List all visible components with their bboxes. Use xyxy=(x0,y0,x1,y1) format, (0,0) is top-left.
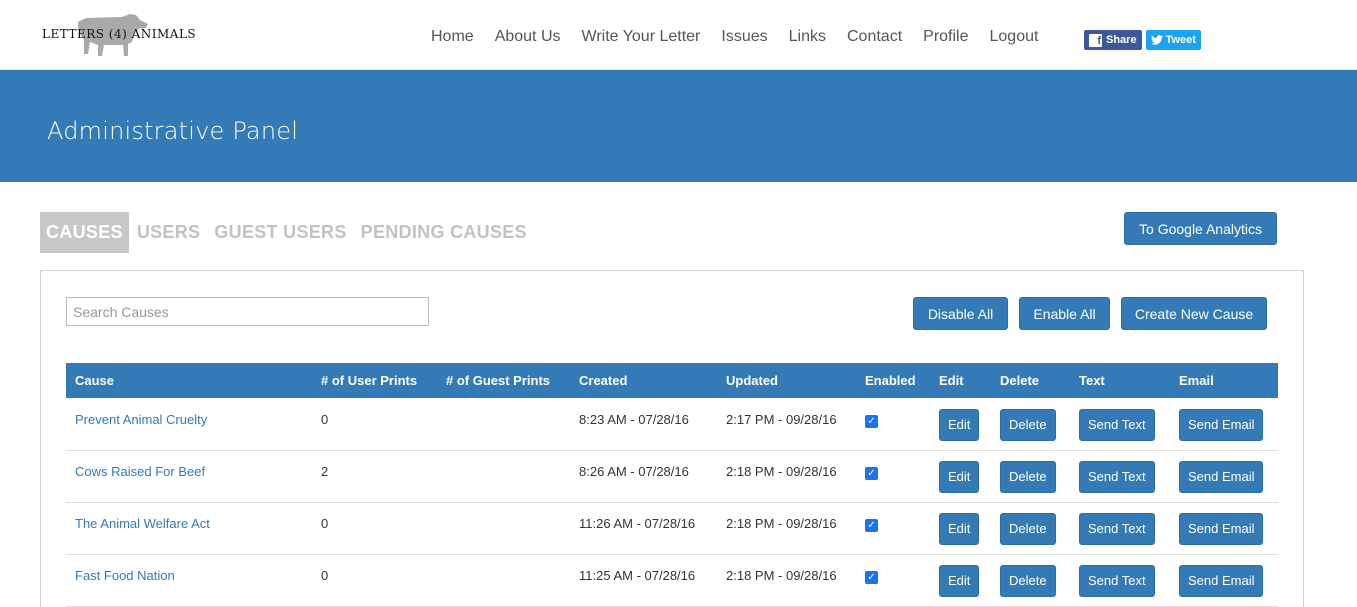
table-row: The Animal Welfare Act 0 11:26 AM - 07/2… xyxy=(66,502,1278,554)
checkmark-icon: ✓ xyxy=(867,467,876,479)
guest-prints-cell xyxy=(437,502,570,554)
nav-home[interactable]: Home xyxy=(431,28,474,46)
tab-pending-causes[interactable]: PENDING CAUSES xyxy=(355,212,533,253)
nav-links[interactable]: Links xyxy=(789,28,826,46)
facebook-share-label: Share xyxy=(1106,34,1137,46)
send-email-button[interactable]: Send Email xyxy=(1179,564,1264,597)
tab-causes[interactable]: CAUSES xyxy=(40,212,129,253)
enabled-checkbox[interactable]: ✓ xyxy=(865,414,878,428)
checkmark-icon: ✓ xyxy=(867,571,876,583)
twitter-tweet-label: Tweet xyxy=(1165,34,1196,46)
send-email-button[interactable]: Send Email xyxy=(1179,512,1264,545)
tab-guest-users[interactable]: GUEST USERS xyxy=(208,212,352,253)
updated-cell: 2:17 PM - 09/28/16 xyxy=(726,411,837,427)
site-logo[interactable]: LETTERS (4) ANIMALS xyxy=(42,12,196,58)
enabled-checkbox[interactable]: ✓ xyxy=(865,466,878,480)
send-email-button[interactable]: Send Email xyxy=(1179,460,1264,493)
created-cell: 11:26 AM - 07/28/16 xyxy=(579,515,696,531)
twitter-icon xyxy=(1150,35,1163,45)
user-prints-cell: 0 xyxy=(321,515,329,531)
checkmark-icon: ✓ xyxy=(867,519,876,531)
page-title: Administrative Panel xyxy=(47,117,299,145)
col-header-enabled[interactable]: Enabled xyxy=(856,363,930,398)
guest-prints-cell xyxy=(437,398,570,450)
enabled-checkbox[interactable]: ✓ xyxy=(865,570,878,584)
page-banner: Administrative Panel xyxy=(0,70,1357,182)
created-cell: 8:23 AM - 07/28/16 xyxy=(579,411,689,427)
delete-button[interactable]: Delete xyxy=(1000,408,1056,441)
send-text-button[interactable]: Send Text xyxy=(1079,564,1155,597)
social-share: f Share Tweet xyxy=(1084,30,1201,50)
table-row: Fast Food Nation 0 11:25 AM - 07/28/16 2… xyxy=(66,554,1278,606)
logo-text: LETTERS (4) ANIMALS xyxy=(42,27,197,41)
send-text-button[interactable]: Send Text xyxy=(1079,460,1155,493)
table-header-row: Cause # of User Prints # of Guest Prints… xyxy=(66,363,1278,398)
updated-cell: 2:18 PM - 09/28/16 xyxy=(726,567,837,583)
send-text-button[interactable]: Send Text xyxy=(1079,512,1155,545)
guest-prints-cell xyxy=(437,450,570,502)
facebook-share-button[interactable]: f Share xyxy=(1084,30,1142,50)
disable-all-button[interactable]: Disable All xyxy=(913,297,1008,330)
causes-panel: Disable All Enable All Create New Cause … xyxy=(40,270,1304,607)
edit-button[interactable]: Edit xyxy=(939,512,980,545)
cause-link[interactable]: Cows Raised For Beef xyxy=(75,464,205,479)
col-header-cause[interactable]: Cause xyxy=(66,363,312,398)
nav-contact[interactable]: Contact xyxy=(847,28,902,46)
edit-button[interactable]: Edit xyxy=(939,460,980,493)
col-header-guest-prints[interactable]: # of Guest Prints xyxy=(437,363,570,398)
delete-button[interactable]: Delete xyxy=(1000,512,1056,545)
google-analytics-button[interactable]: To Google Analytics xyxy=(1124,212,1277,245)
nav-logout[interactable]: Logout xyxy=(990,28,1039,46)
twitter-tweet-button[interactable]: Tweet xyxy=(1145,30,1201,50)
facebook-icon: f xyxy=(1089,33,1102,47)
updated-cell: 2:18 PM - 09/28/16 xyxy=(726,515,837,531)
col-header-created[interactable]: Created xyxy=(570,363,717,398)
causes-table: Cause # of User Prints # of Guest Prints… xyxy=(66,363,1278,607)
col-header-text: Text xyxy=(1079,372,1105,388)
created-cell: 8:26 AM - 07/28/16 xyxy=(579,463,689,479)
edit-button[interactable]: Edit xyxy=(939,564,980,597)
col-header-email: Email xyxy=(1179,372,1214,388)
table-row: Cows Raised For Beef 2 8:26 AM - 07/28/1… xyxy=(66,450,1278,502)
edit-button[interactable]: Edit xyxy=(939,408,980,441)
updated-cell: 2:18 PM - 09/28/16 xyxy=(726,463,837,479)
cause-link[interactable]: Fast Food Nation xyxy=(75,568,175,583)
user-prints-cell: 0 xyxy=(321,411,329,427)
tab-users[interactable]: USERS xyxy=(131,212,207,253)
send-text-button[interactable]: Send Text xyxy=(1079,408,1155,441)
nav-about-us[interactable]: About Us xyxy=(495,28,561,46)
delete-button[interactable]: Delete xyxy=(1000,460,1056,493)
guest-prints-cell xyxy=(437,554,570,606)
table-row: Prevent Animal Cruelty 0 8:23 AM - 07/28… xyxy=(66,398,1278,450)
col-header-delete: Delete xyxy=(1000,372,1040,388)
enable-all-button[interactable]: Enable All xyxy=(1019,297,1110,330)
delete-button[interactable]: Delete xyxy=(1000,564,1056,597)
created-cell: 11:25 AM - 07/28/16 xyxy=(579,567,696,583)
nav-issues[interactable]: Issues xyxy=(721,28,767,46)
main-nav: Home About Us Write Your Letter Issues L… xyxy=(431,28,1059,46)
nav-write-your-letter[interactable]: Write Your Letter xyxy=(582,28,701,46)
enabled-checkbox[interactable]: ✓ xyxy=(865,518,878,532)
col-header-updated[interactable]: Updated xyxy=(717,363,856,398)
admin-tabs: CAUSES USERS GUEST USERS PENDING CAUSES xyxy=(40,212,535,253)
nav-profile[interactable]: Profile xyxy=(923,28,968,46)
checkmark-icon: ✓ xyxy=(867,415,876,427)
user-prints-cell: 0 xyxy=(321,567,329,583)
send-email-button[interactable]: Send Email xyxy=(1179,408,1264,441)
create-new-cause-button[interactable]: Create New Cause xyxy=(1121,297,1267,330)
top-navbar: LETTERS (4) ANIMALS Home About Us Write … xyxy=(0,0,1357,70)
user-prints-cell: 2 xyxy=(321,463,329,479)
cause-link[interactable]: The Animal Welfare Act xyxy=(75,516,210,531)
search-causes-input[interactable] xyxy=(66,297,429,326)
col-header-user-prints[interactable]: # of User Prints xyxy=(312,363,437,398)
cause-link[interactable]: Prevent Animal Cruelty xyxy=(75,412,207,427)
col-header-edit: Edit xyxy=(939,372,964,388)
